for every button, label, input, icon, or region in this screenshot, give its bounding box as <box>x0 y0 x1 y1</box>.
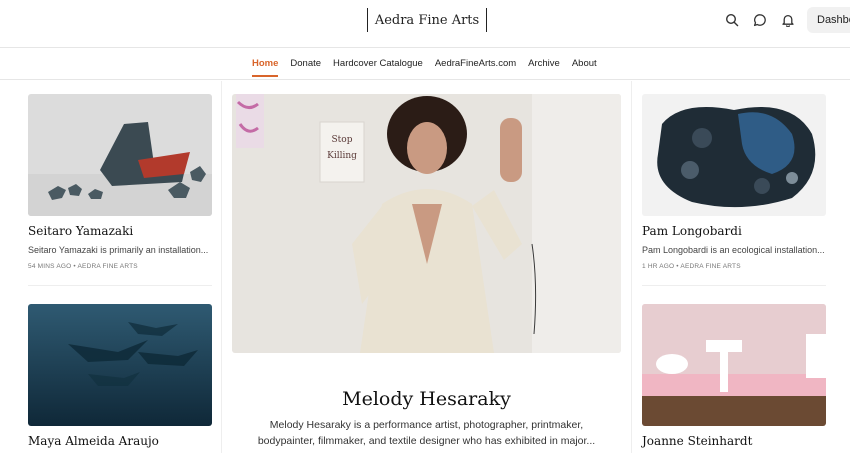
search-icon[interactable] <box>722 10 742 30</box>
chat-icon[interactable] <box>750 10 770 30</box>
column-divider <box>631 81 632 453</box>
column-divider <box>221 81 222 453</box>
post-excerpt: Seitaro Yamazaki is primarily an install… <box>28 245 209 255</box>
post-title[interactable]: Joanne Steinhardt <box>642 434 752 448</box>
nav-home[interactable]: Home <box>252 58 279 77</box>
featured-post-title[interactable]: Melody Hesaraky <box>232 388 621 410</box>
post-thumbnail[interactable] <box>28 94 212 216</box>
featured-image[interactable]: Stop Killing <box>232 94 621 353</box>
post-thumbnail[interactable] <box>642 94 826 216</box>
featured-post-excerpt: Melody Hesaraky is a performance artist,… <box>257 419 596 447</box>
post-title[interactable]: Seitaro Yamazaki <box>28 224 133 238</box>
bell-icon[interactable] <box>778 10 798 30</box>
publication-brand[interactable]: Aedra Fine Arts <box>367 8 487 32</box>
card-divider <box>642 285 826 286</box>
sign-text-bottom: Killing <box>327 151 357 161</box>
card-divider <box>28 285 212 286</box>
nav-about[interactable]: About <box>572 58 597 77</box>
post-title[interactable]: Pam Longobardi <box>642 224 742 238</box>
brand-name[interactable]: Aedra Fine Arts <box>375 13 479 28</box>
nav-donate[interactable]: Donate <box>290 58 321 77</box>
dashboard-button[interactable]: Dashbo <box>807 7 850 33</box>
nav-hardcover-catalogue[interactable]: Hardcover Catalogue <box>333 58 423 77</box>
post-thumbnail[interactable] <box>28 304 212 426</box>
post-meta: 54 MINS AGO • AEDRA FINE ARTS <box>28 263 138 270</box>
dashboard-label: Dashbo <box>817 14 850 26</box>
nav-archive[interactable]: Archive <box>528 58 560 77</box>
sign-text-top: Stop <box>332 135 353 145</box>
post-title[interactable]: Maya Almeida Araujo <box>28 434 159 448</box>
top-header: Aedra Fine Arts Dashbo <box>0 0 850 48</box>
nav-aedrafinearts-com[interactable]: AedraFineArts.com <box>435 58 516 77</box>
post-excerpt: Pam Longobardi is an ecological installa… <box>642 245 825 255</box>
post-meta: 1 HR AGO • AEDRA FINE ARTS <box>642 263 741 270</box>
post-thumbnail[interactable] <box>642 304 826 426</box>
section-nav: Home Donate Hardcover Catalogue AedraFin… <box>0 49 850 80</box>
